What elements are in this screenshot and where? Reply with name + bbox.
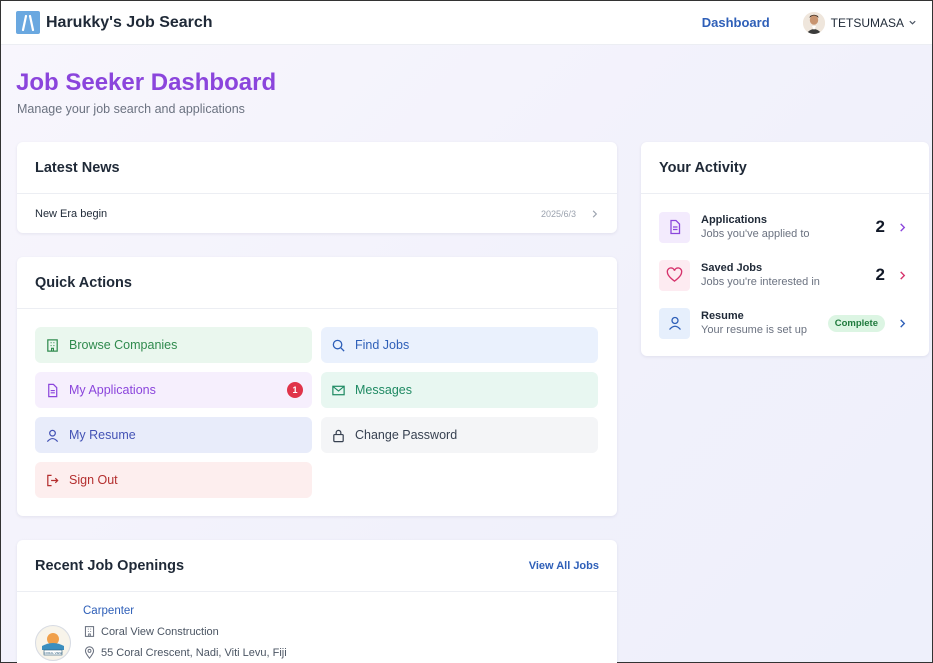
sign-out-label: Sign Out bbox=[69, 473, 118, 487]
sign-out-button[interactable]: Sign Out bbox=[35, 462, 312, 498]
change-password-label: Change Password bbox=[355, 428, 458, 442]
sign-out-icon bbox=[44, 472, 60, 488]
quick-actions-title: Quick Actions bbox=[17, 257, 617, 309]
page-subtitle: Manage your job search and applications bbox=[17, 102, 245, 116]
activity-card: Your Activity Applications Jobs you've a… bbox=[641, 142, 929, 356]
user-name[interactable]: TETSUMASA bbox=[831, 16, 904, 30]
job-location: 55 Coral Crescent, Nadi, Viti Levu, Fiji bbox=[101, 646, 287, 659]
activity-saved-jobs[interactable]: Saved Jobs Jobs you're interested in 2 bbox=[641, 251, 929, 299]
chevron-right-icon bbox=[898, 318, 907, 329]
avatar[interactable] bbox=[802, 11, 825, 34]
brand-name[interactable]: Harukky's Job Search bbox=[46, 14, 213, 32]
job-title-link[interactable]: Carpenter bbox=[83, 605, 134, 617]
page-title: Job Seeker Dashboard bbox=[16, 69, 277, 96]
find-jobs-button[interactable]: Find Jobs bbox=[321, 327, 598, 363]
my-resume-button[interactable]: My Resume bbox=[35, 417, 312, 453]
notification-badge: 1 bbox=[287, 382, 303, 398]
latest-news-title: Latest News bbox=[17, 142, 617, 194]
activity-saved-jobs-subtitle: Jobs you're interested in bbox=[701, 276, 820, 288]
browse-companies-button[interactable]: Browse Companies bbox=[35, 327, 312, 363]
status-badge: Complete bbox=[827, 314, 885, 332]
my-applications-button[interactable]: My Applications 1 bbox=[35, 372, 312, 408]
activity-resume[interactable]: Resume Your resume is set up Complete bbox=[641, 299, 929, 347]
news-headline: New Era begin bbox=[35, 207, 108, 220]
company-logo-text: CORAL VIEW bbox=[44, 651, 63, 655]
lock-icon bbox=[330, 427, 346, 443]
messages-label: Messages bbox=[355, 383, 412, 397]
news-date: 2025/6/3 bbox=[540, 208, 576, 219]
company-name: Coral View Construction bbox=[101, 625, 219, 638]
logo-icon[interactable] bbox=[16, 11, 40, 34]
latest-news-card: Latest News New Era begin 2025/6/3 bbox=[17, 142, 617, 233]
view-all-jobs-link[interactable]: View All Jobs bbox=[529, 560, 599, 572]
activity-title: Your Activity bbox=[641, 142, 929, 194]
news-item[interactable]: New Era begin 2025/6/3 bbox=[17, 194, 617, 233]
heart-icon bbox=[659, 259, 690, 291]
building-icon bbox=[83, 625, 96, 638]
applications-count: 2 bbox=[875, 217, 885, 236]
activity-applications-title: Applications bbox=[701, 214, 768, 226]
activity-saved-jobs-title: Saved Jobs bbox=[701, 262, 763, 274]
document-icon bbox=[659, 211, 690, 243]
building-icon bbox=[44, 337, 60, 353]
chevron-down-icon[interactable] bbox=[908, 18, 917, 27]
quick-actions-card: Quick Actions Browse Companies Find Jobs… bbox=[17, 257, 617, 516]
activity-resume-subtitle: Your resume is set up bbox=[701, 324, 807, 336]
document-icon bbox=[44, 382, 60, 398]
chevron-right-icon bbox=[898, 270, 907, 281]
my-resume-label: My Resume bbox=[69, 428, 136, 442]
my-applications-label: My Applications bbox=[69, 383, 156, 397]
browse-companies-label: Browse Companies bbox=[69, 338, 178, 352]
activity-resume-title: Resume bbox=[701, 310, 744, 322]
activity-applications[interactable]: Applications Jobs you've applied to 2 bbox=[641, 203, 929, 251]
recent-jobs-title: Recent Job Openings bbox=[35, 557, 185, 574]
mail-icon bbox=[330, 382, 346, 398]
find-jobs-label: Find Jobs bbox=[355, 338, 410, 352]
navbar: Harukky's Job Search Dashboard TETSUMASA bbox=[1, 1, 932, 45]
chevron-right-icon bbox=[898, 222, 907, 233]
job-listing[interactable]: CORAL VIEW Carpenter Coral View Construc… bbox=[17, 592, 617, 663]
search-icon bbox=[330, 337, 346, 353]
change-password-button[interactable]: Change Password bbox=[321, 417, 598, 453]
dashboard-link[interactable]: Dashboard bbox=[702, 15, 770, 30]
chevron-right-icon bbox=[590, 209, 599, 219]
user-icon bbox=[659, 307, 690, 339]
saved-jobs-count: 2 bbox=[875, 265, 885, 284]
company-logo: CORAL VIEW bbox=[35, 625, 71, 661]
recent-jobs-card: Recent Job Openings View All Jobs CORAL … bbox=[17, 540, 617, 663]
map-pin-icon bbox=[83, 646, 96, 659]
messages-button[interactable]: Messages bbox=[321, 372, 598, 408]
user-icon bbox=[44, 427, 60, 443]
activity-applications-subtitle: Jobs you've applied to bbox=[701, 228, 810, 240]
